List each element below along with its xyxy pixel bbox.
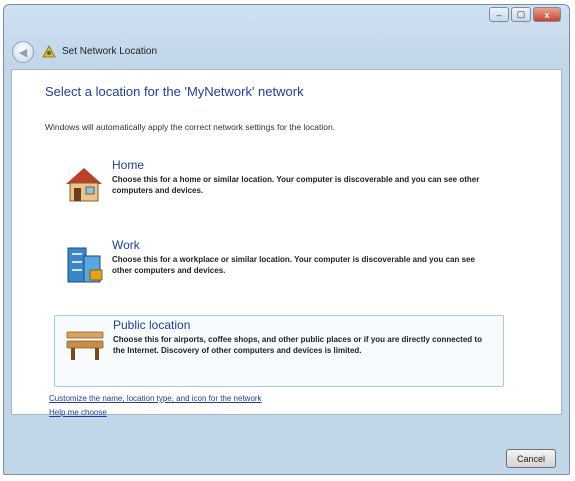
dialog-window: – ▢ x ◀ Set Network Location Select a lo… — [3, 4, 570, 475]
back-button[interactable]: ◀ — [12, 41, 34, 63]
park-bench-icon — [66, 331, 104, 360]
option-work-title: Work — [112, 238, 140, 252]
navigation-bar: ◀ Set Network Location — [4, 41, 569, 67]
option-public-location-title: Public location — [113, 318, 191, 332]
network-icon — [42, 45, 56, 58]
option-home-title: Home — [112, 158, 145, 172]
content-panel: Select a location for the 'MyNetwork' ne… — [11, 69, 562, 417]
title-bar: – ▢ x — [4, 5, 569, 39]
option-work-description: Choose this for a workplace or similar l… — [112, 255, 475, 275]
caption-buttons: – ▢ x — [489, 7, 561, 22]
option-home[interactable]: Home Choose this for a home or similar l… — [54, 156, 504, 218]
intro-text: Windows will automatically apply the cor… — [45, 122, 336, 132]
option-public-location-description: Choose this for airports, coffee shops, … — [113, 335, 482, 355]
maximize-button[interactable]: ▢ — [511, 7, 531, 22]
page-heading: Select a location for the 'MyNetwork' ne… — [45, 84, 304, 99]
close-button[interactable]: x — [533, 7, 561, 22]
house-icon — [66, 168, 102, 202]
window-title: Set Network Location — [62, 46, 158, 57]
customize-network-link[interactable]: Customize the name, location type, and i… — [49, 394, 262, 403]
dialog-footer: Cancel — [11, 415, 562, 471]
minimize-button[interactable]: – — [489, 7, 509, 22]
option-work[interactable]: Work Choose this for a workplace or simi… — [54, 236, 504, 298]
office-building-icon — [67, 247, 103, 283]
back-arrow-icon: ◀ — [18, 46, 28, 59]
cancel-button[interactable]: Cancel — [506, 449, 556, 468]
option-home-description: Choose this for a home or similar locati… — [112, 175, 480, 195]
option-public-location[interactable]: Public location Choose this for airports… — [54, 315, 504, 387]
